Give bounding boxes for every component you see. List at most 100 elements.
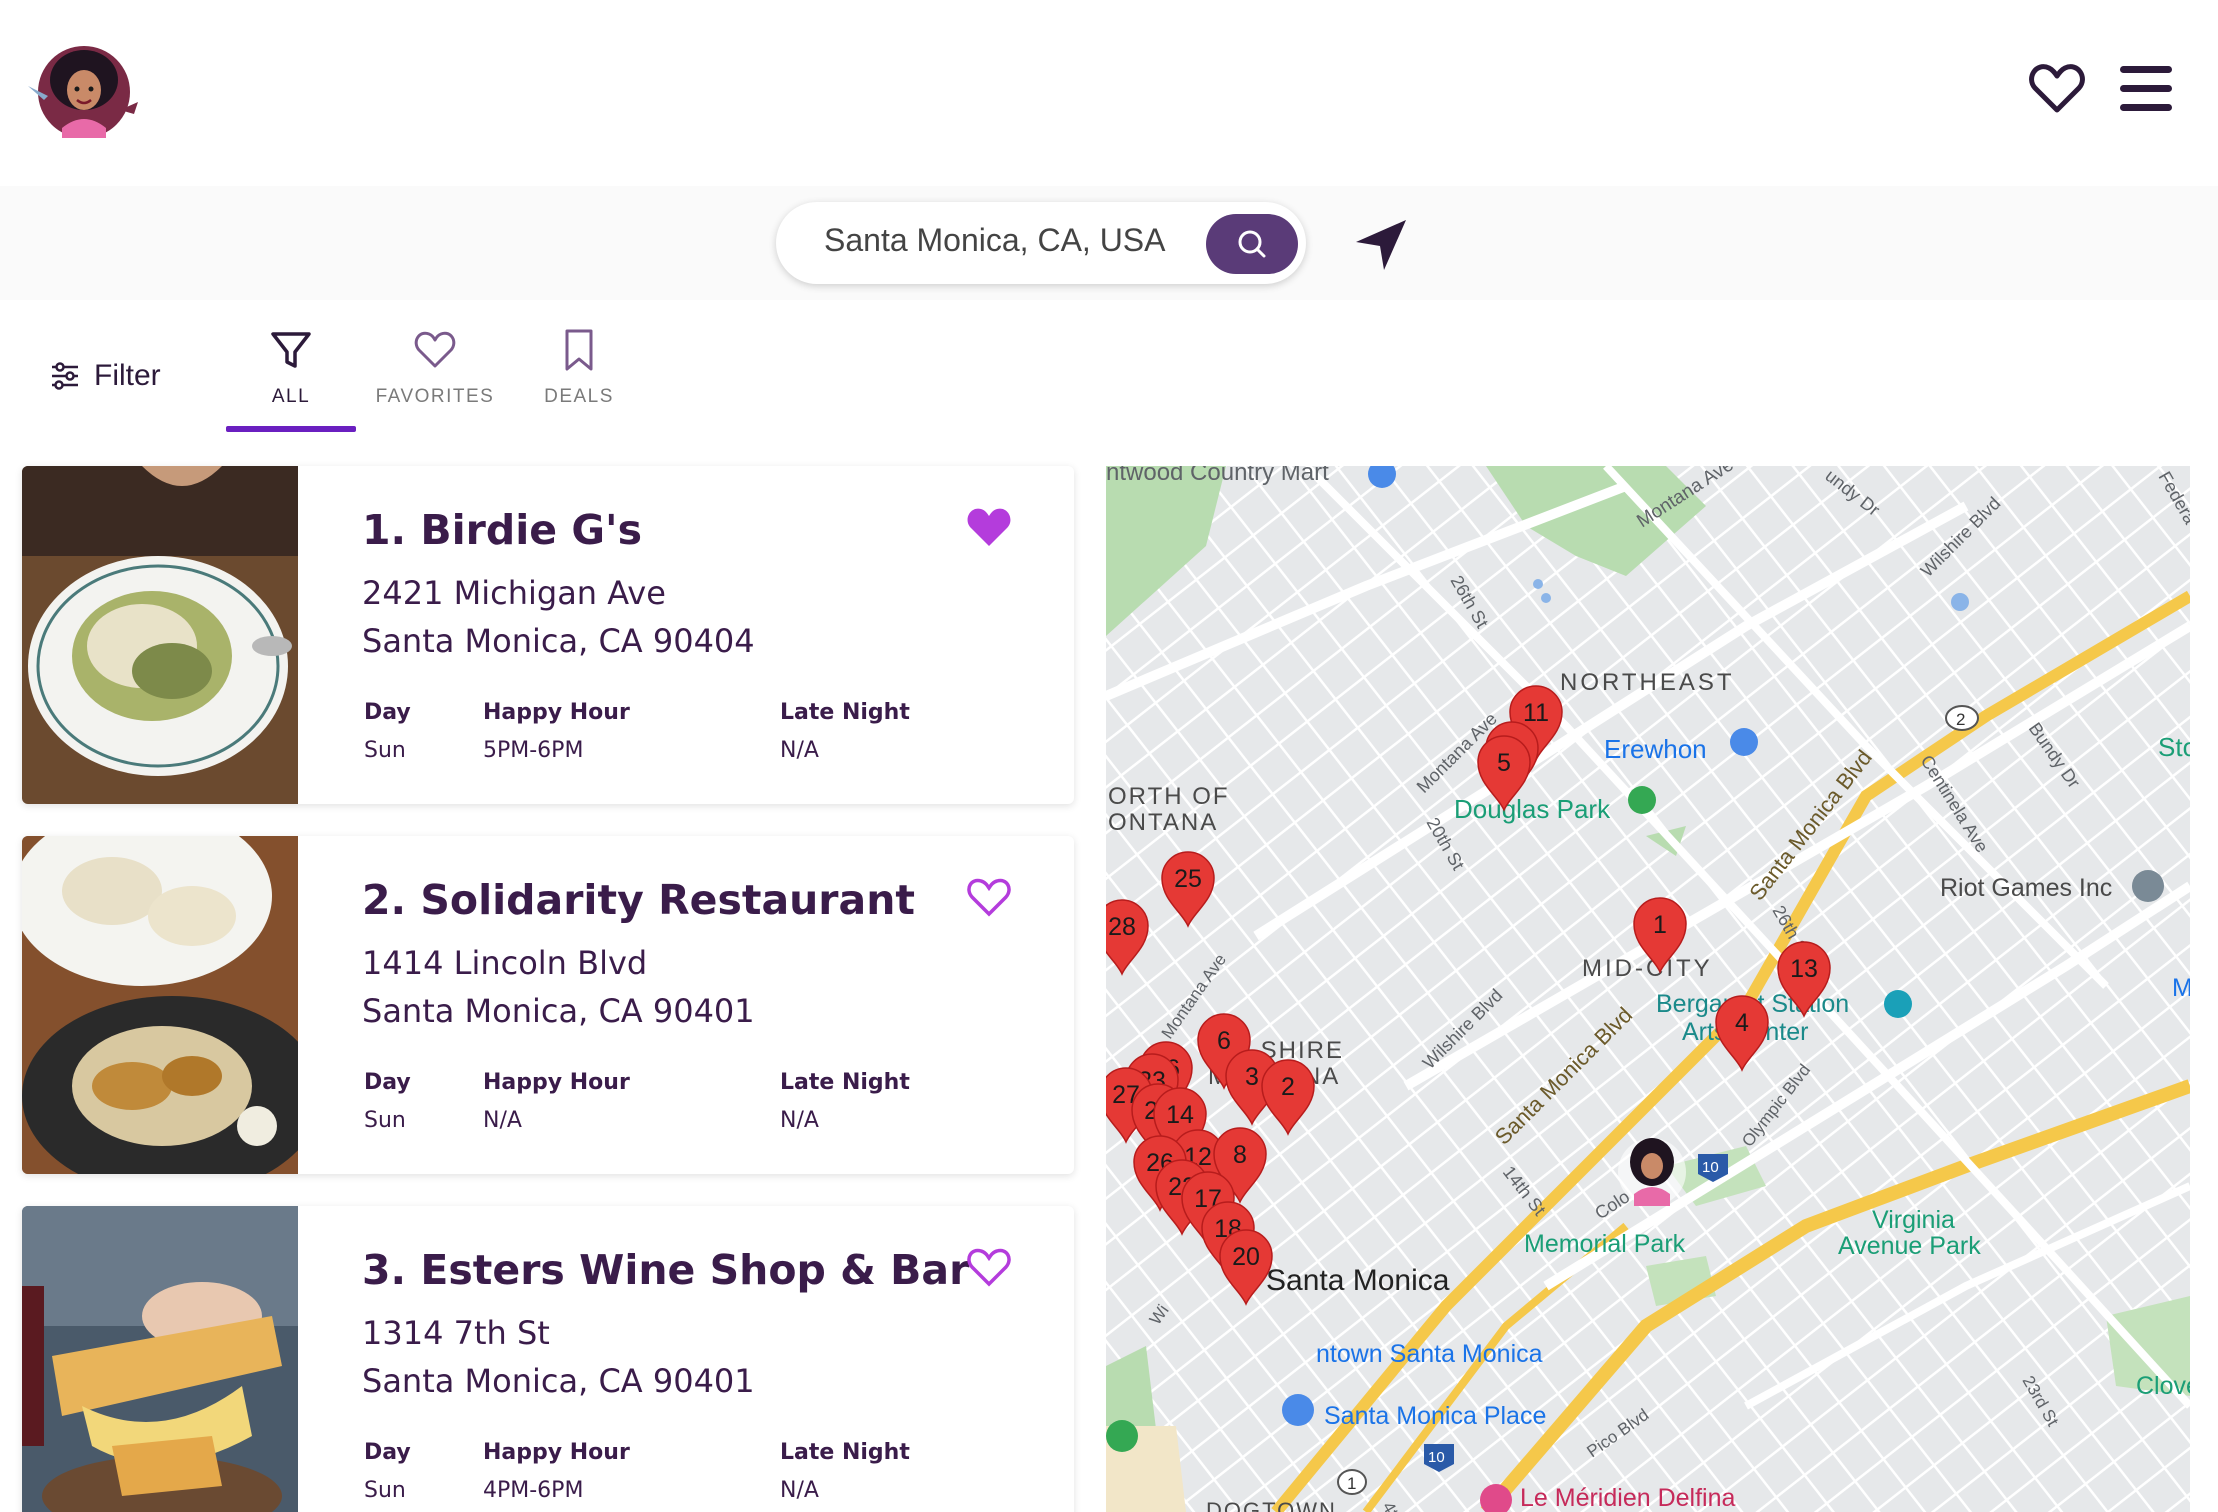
- map-marker-label: 4: [1735, 1009, 1749, 1037]
- happy-hour-header: Happy Hour: [483, 1070, 630, 1095]
- map-label: ORTH OF: [1108, 783, 1230, 810]
- restaurant-card[interactable]: 1. Birdie G's 2421 Michigan Ave Santa Mo…: [22, 466, 1074, 804]
- day-header: Day: [364, 1070, 411, 1095]
- shopping-poi-icon[interactable]: [1730, 728, 1758, 756]
- address-line-2: Santa Monica, CA 90401: [362, 992, 755, 1030]
- tab-favorites-label: FAVORITES: [375, 386, 495, 407]
- route-shield-1: 1: [1337, 1469, 1367, 1495]
- happy-hour-header: Happy Hour: [483, 700, 630, 725]
- map-marker-label: 11: [1523, 699, 1549, 727]
- svg-text:10: 10: [1702, 1159, 1719, 1176]
- day-value: Sun: [364, 738, 406, 763]
- map-marker-label: 14: [1166, 1101, 1194, 1129]
- restaurant-photo: [22, 836, 298, 1174]
- map-marker-label: 1: [1653, 911, 1667, 939]
- happy-hour-value: 4PM-6PM: [483, 1478, 584, 1503]
- map-label: Erewhon: [1604, 734, 1707, 764]
- park-poi-icon[interactable]: [1628, 786, 1656, 814]
- map-label: Riot Games Inc: [1940, 874, 2112, 902]
- address-line-1: 1314 7th St: [362, 1314, 550, 1352]
- happy-hour-value: 5PM-6PM: [483, 738, 584, 763]
- restaurant-name[interactable]: 2. Solidarity Restaurant: [362, 876, 915, 924]
- map-label: Sto: [2158, 732, 2190, 762]
- favorite-heart-outline-icon[interactable]: [966, 1246, 1012, 1288]
- map-marker-label: 28: [1108, 913, 1136, 941]
- results-map[interactable]: ntwood Country Mart Montana Ave undy Dr …: [1106, 466, 2190, 1512]
- map-label: MID-CITY: [1582, 955, 1713, 982]
- app-header: [0, 0, 2218, 186]
- sliders-icon: [52, 362, 78, 390]
- map-label: ONTANA: [1108, 809, 1218, 836]
- place-poi-icon[interactable]: [2132, 870, 2164, 902]
- day-header: Day: [364, 1440, 411, 1465]
- restaurant-name[interactable]: 3. Esters Wine Shop & Bar: [362, 1246, 969, 1294]
- svg-text:1: 1: [1347, 1474, 1356, 1493]
- map-label: M: [2172, 974, 2190, 1002]
- map-marker-label: 3: [1245, 1063, 1259, 1091]
- map-label: Douglas Park: [1454, 794, 1611, 824]
- restaurant-card[interactable]: 3. Esters Wine Shop & Bar 1314 7th St Sa…: [22, 1206, 1074, 1512]
- hamburger-menu-icon[interactable]: [2118, 62, 2174, 116]
- route-shield-2: 2: [1945, 705, 1979, 731]
- map-canvas[interactable]: ntwood Country Mart Montana Ave undy Dr …: [1106, 466, 2190, 1512]
- favorite-heart-filled-icon[interactable]: [966, 506, 1012, 548]
- map-label: Santa Monica: [1266, 1264, 1450, 1297]
- restaurant-photo: [22, 1206, 298, 1512]
- shopping-bag-poi-icon[interactable]: [1282, 1394, 1314, 1426]
- day-header: Day: [364, 700, 411, 725]
- map-label: Clover P: [2136, 1372, 2190, 1400]
- tab-favorites[interactable]: FAVORITES: [370, 328, 500, 438]
- tab-deals[interactable]: DEALS: [514, 328, 644, 438]
- navigation-arrow-icon[interactable]: [1354, 216, 1410, 272]
- day-value: Sun: [364, 1108, 406, 1133]
- favorites-heart-icon[interactable]: [2028, 60, 2086, 118]
- tab-all[interactable]: ALL: [226, 328, 356, 438]
- map-label: Le Méridien Delfina: [1520, 1484, 1735, 1512]
- map-label: Memorial Park: [1524, 1230, 1686, 1258]
- map-label: Avenue Park: [1838, 1232, 1981, 1260]
- search-icon: [1238, 230, 1266, 258]
- filter-button[interactable]: Filter: [50, 352, 161, 400]
- map-label: DOGTOWN: [1206, 1498, 1337, 1512]
- late-night-value: N/A: [780, 738, 819, 763]
- map-label: ntwood Country Mart: [1106, 466, 1329, 486]
- map-marker-label: 6: [1217, 1027, 1231, 1055]
- address-line-1: 2421 Michigan Ave: [362, 574, 666, 612]
- favorite-heart-outline-icon[interactable]: [966, 876, 1012, 918]
- map-marker-label: 20: [1232, 1243, 1260, 1271]
- address-line-2: Santa Monica, CA 90401: [362, 1362, 755, 1400]
- map-marker-label: 13: [1790, 955, 1818, 983]
- late-night-value: N/A: [780, 1108, 819, 1133]
- tab-all-label: ALL: [271, 386, 311, 407]
- late-night-header: Late Night: [780, 1070, 910, 1095]
- search-input[interactable]: Santa Monica, CA, USA: [824, 222, 1165, 259]
- tab-deals-label: DEALS: [544, 386, 614, 407]
- heart-outline-icon: [414, 331, 456, 368]
- park-poi-icon[interactable]: [1106, 1420, 1138, 1452]
- location-search-box[interactable]: Santa Monica, CA, USA: [776, 202, 1306, 284]
- restaurant-card[interactable]: 2. Solidarity Restaurant 1414 Lincoln Bl…: [22, 836, 1074, 1174]
- restaurant-name[interactable]: 1. Birdie G's: [362, 506, 642, 554]
- search-button[interactable]: [1206, 214, 1298, 274]
- address-line-2: Santa Monica, CA 90404: [362, 622, 755, 660]
- happy-hour-value: N/A: [483, 1108, 522, 1133]
- map-marker-label: 8: [1233, 1141, 1247, 1169]
- map-label: NORTHEAST: [1560, 669, 1735, 696]
- map-label: Santa Monica Place: [1324, 1402, 1546, 1430]
- active-tab-indicator: [226, 426, 356, 432]
- map-label: ntown Santa Monica: [1316, 1340, 1543, 1368]
- bookmark-icon: [565, 329, 593, 371]
- logo-avatar-icon[interactable]: [22, 40, 140, 144]
- map-marker-label: 2: [1281, 1073, 1295, 1101]
- map-label: Virginia: [1872, 1206, 1955, 1234]
- svg-text:2: 2: [1956, 710, 1965, 729]
- address-line-1: 1414 Lincoln Blvd: [362, 944, 648, 982]
- museum-poi-icon[interactable]: [1884, 990, 1912, 1018]
- late-night-header: Late Night: [780, 1440, 910, 1465]
- svg-text:10: 10: [1428, 1449, 1445, 1466]
- late-night-header: Late Night: [780, 700, 910, 725]
- map-marker-label: 25: [1174, 865, 1202, 893]
- filter-label: Filter: [94, 359, 161, 392]
- current-location-avatar-icon[interactable]: [1618, 1138, 1686, 1206]
- day-value: Sun: [364, 1478, 406, 1503]
